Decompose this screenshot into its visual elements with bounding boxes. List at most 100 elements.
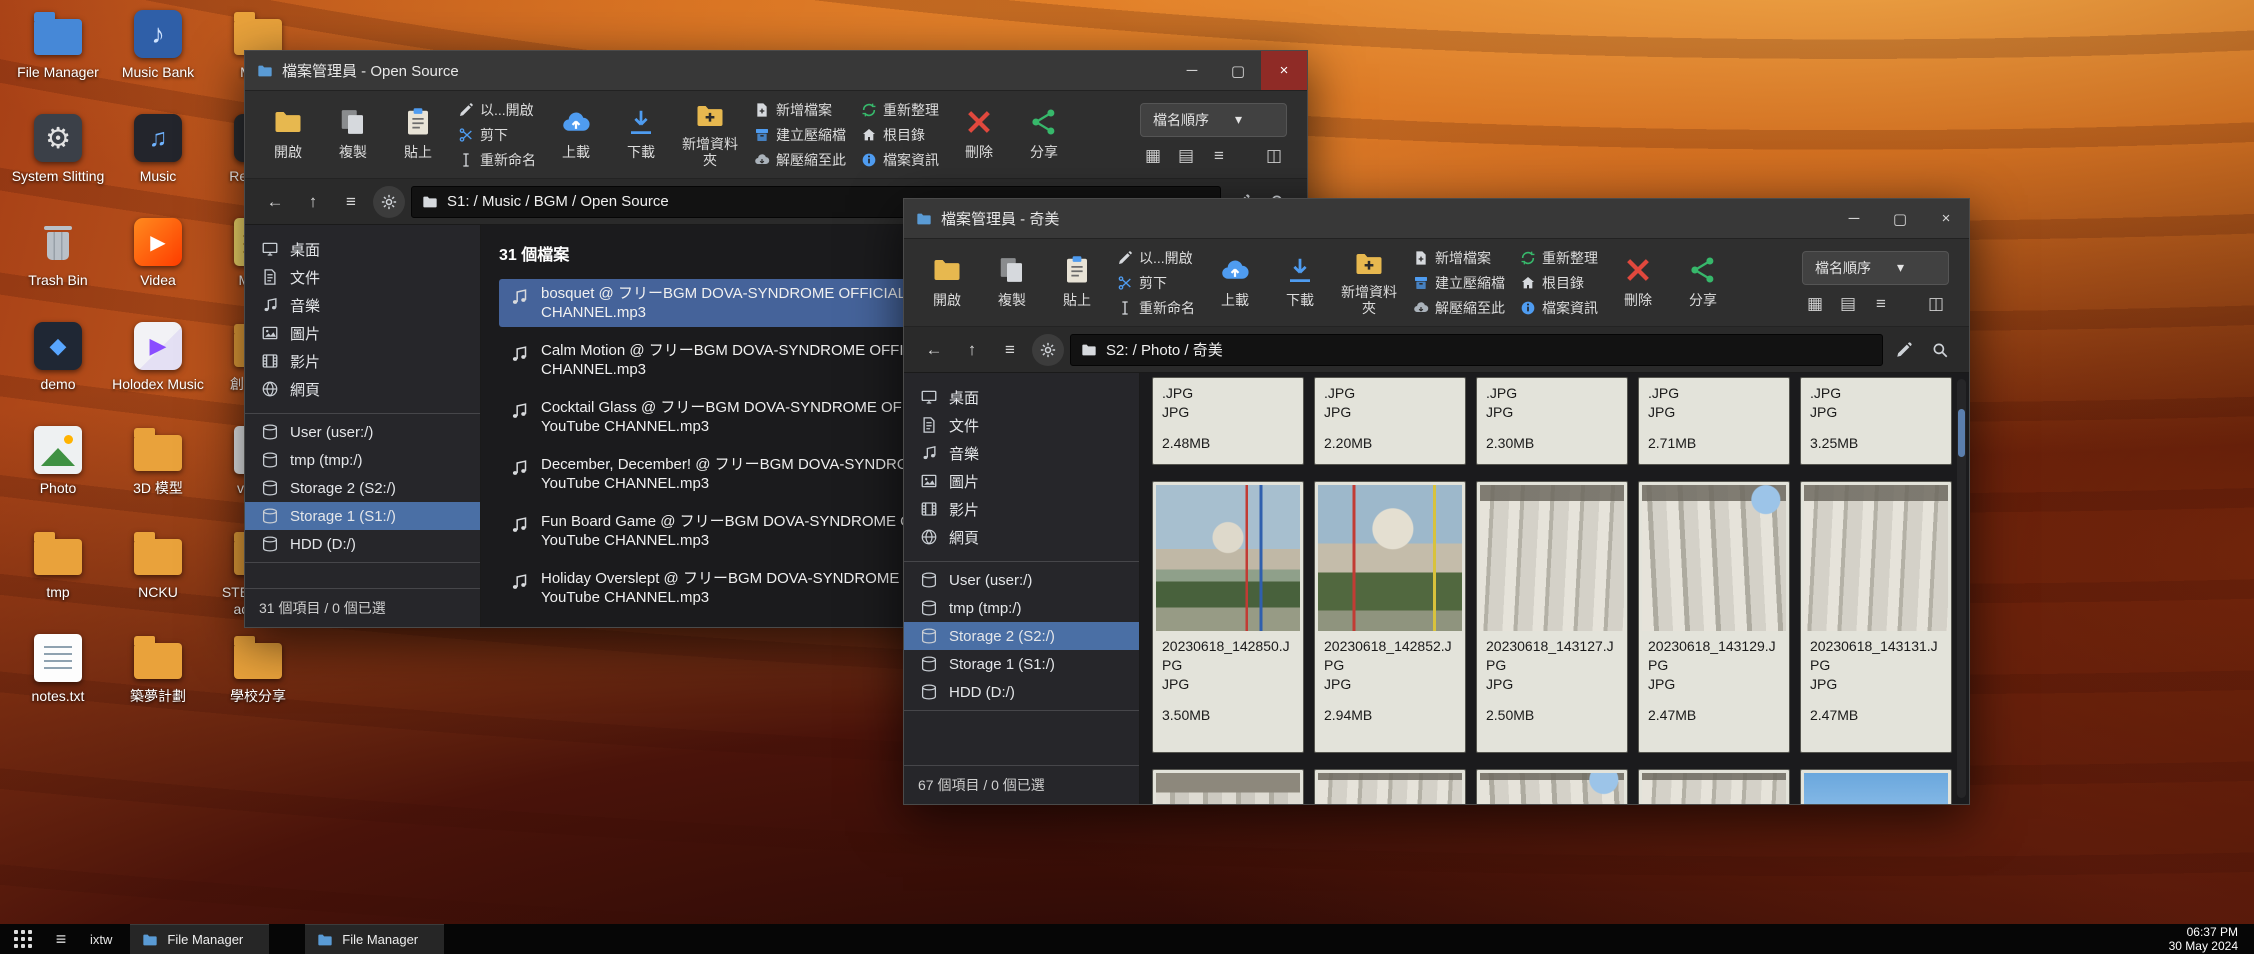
photo-cell[interactable]: 20230618_143127.JPG JPG 2.50MB <box>1476 481 1628 753</box>
delete-button[interactable]: 刪除 <box>1609 246 1667 320</box>
sort-order-dropdown[interactable]: 檔名順序▾ <box>1140 103 1287 137</box>
desktop-icon[interactable]: 築夢計劃 <box>109 634 207 738</box>
extract-here-button[interactable]: 解壓縮至此 <box>750 149 850 171</box>
view-list-button[interactable]: ▤ <box>1173 145 1199 167</box>
desktop-icon[interactable]: Music <box>109 114 207 218</box>
photo-cell-clipped[interactable] <box>1638 769 1790 804</box>
cut-button[interactable]: 剪下 <box>1113 272 1199 294</box>
open-with-button[interactable]: 以...開啟 <box>1113 247 1199 269</box>
open-button[interactable]: 開啟 <box>918 246 976 320</box>
desktop-icon[interactable]: Videa <box>109 218 207 322</box>
app-launcher-button[interactable] <box>6 924 40 954</box>
download-button[interactable]: 下載 <box>612 98 670 172</box>
desktop-icon[interactable]: Holodex Music <box>109 322 207 426</box>
maximize-button[interactable]: ▢ <box>1877 199 1923 238</box>
upload-button[interactable]: 上載 <box>547 98 605 172</box>
taskbar-clock[interactable]: 06:37 PM 30 May 2024 <box>2169 925 2248 953</box>
sidebar-place-item[interactable]: 音樂 <box>245 291 480 319</box>
up-button[interactable]: ↑ <box>297 186 329 218</box>
settings-gear-button[interactable] <box>373 186 405 218</box>
minimize-button[interactable]: ─ <box>1169 51 1215 90</box>
upload-button[interactable]: 上載 <box>1206 246 1264 320</box>
photo-cell-partial[interactable]: .JPG JPG 3.25MB <box>1800 377 1952 465</box>
up-button[interactable]: ↑ <box>956 334 988 366</box>
create-archive-button[interactable]: 建立壓縮檔 <box>750 124 850 146</box>
copy-button[interactable]: 複製 <box>983 246 1041 320</box>
scrollbar-track[interactable] <box>1957 379 1966 798</box>
desktop-icon[interactable]: tmp <box>9 530 107 634</box>
desktop-icon[interactable]: System Slitting <box>9 114 107 218</box>
new-folder-button[interactable]: 新增資料夾 <box>1336 246 1402 320</box>
titlebar[interactable]: 檔案管理員 - Open Source ─ ▢ × <box>245 51 1307 91</box>
sidebar-drive-item[interactable]: Storage 1 (S1:/) <box>904 650 1139 678</box>
close-button[interactable]: × <box>1261 51 1307 90</box>
taskbar-app-button[interactable]: File Manager <box>305 924 444 954</box>
sidebar-drive-item[interactable]: Storage 1 (S1:/) <box>245 502 480 530</box>
search-button[interactable] <box>1925 335 1955 365</box>
sidebar-place-item[interactable]: 文件 <box>245 263 480 291</box>
new-file-button[interactable]: 新增檔案 <box>1409 247 1509 269</box>
create-archive-button[interactable]: 建立壓縮檔 <box>1409 272 1509 294</box>
paste-button[interactable]: 貼上 <box>389 98 447 172</box>
close-button[interactable]: × <box>1923 199 1969 238</box>
sidebar-place-item[interactable]: 音樂 <box>904 439 1139 467</box>
photo-cell-partial[interactable]: .JPG JPG 2.71MB <box>1638 377 1790 465</box>
path-bar[interactable]: S2: / Photo / 奇美 <box>1070 334 1883 366</box>
sidebar-drive-item[interactable]: HDD (D:/) <box>245 530 480 558</box>
menu-button[interactable]: ≡ <box>994 334 1026 366</box>
desktop-icon[interactable]: Music Bank <box>109 10 207 114</box>
photo-cell-clipped[interactable] <box>1476 769 1628 804</box>
photo-cell[interactable]: 20230618_142852.JPG JPG 2.94MB <box>1314 481 1466 753</box>
file-info-button[interactable]: 檔案資訊 <box>1516 297 1602 319</box>
sidebar-place-item[interactable]: 影片 <box>245 347 480 375</box>
titlebar[interactable]: 檔案管理員 - 奇美 ─ ▢ × <box>904 199 1969 239</box>
back-button[interactable]: ← <box>259 186 291 218</box>
photo-cell-partial[interactable]: .JPG JPG 2.48MB <box>1152 377 1304 465</box>
settings-gear-button[interactable] <box>1032 334 1064 366</box>
photo-cell-partial[interactable]: .JPG JPG 2.30MB <box>1476 377 1628 465</box>
desktop-icon[interactable]: 學校分享 <box>209 634 307 738</box>
root-button[interactable]: 根目錄 <box>1516 272 1602 294</box>
photo-cell-partial[interactable]: .JPG JPG 2.20MB <box>1314 377 1466 465</box>
desktop-icon[interactable]: notes.txt <box>9 634 107 738</box>
desktop-icon[interactable]: Trash Bin <box>9 218 107 322</box>
view-columns-button[interactable]: ◫ <box>1261 145 1287 167</box>
photo-cell[interactable]: 20230618_143129.JPG JPG 2.47MB <box>1638 481 1790 753</box>
view-grid-button[interactable]: ▦ <box>1802 293 1828 315</box>
photo-cell-clipped[interactable] <box>1152 769 1304 804</box>
sidebar-place-item[interactable]: 圖片 <box>904 467 1139 495</box>
sidebar-drive-item[interactable]: tmp (tmp:/) <box>904 594 1139 622</box>
maximize-button[interactable]: ▢ <box>1215 51 1261 90</box>
share-button[interactable]: 分享 <box>1674 246 1732 320</box>
extract-here-button[interactable]: 解壓縮至此 <box>1409 297 1509 319</box>
minimize-button[interactable]: ─ <box>1831 199 1877 238</box>
desktop-icon[interactable]: Photo <box>9 426 107 530</box>
download-button[interactable]: 下載 <box>1271 246 1329 320</box>
photo-cell-clipped[interactable] <box>1800 769 1952 804</box>
photo-cell[interactable]: 20230618_143131.JPG JPG 2.47MB <box>1800 481 1952 753</box>
refresh-button[interactable]: 重新整理 <box>857 99 943 121</box>
view-compact-button[interactable]: ≡ <box>1868 293 1894 315</box>
share-button[interactable]: 分享 <box>1015 98 1073 172</box>
cut-button[interactable]: 剪下 <box>454 124 540 146</box>
view-list-button[interactable]: ▤ <box>1835 293 1861 315</box>
view-compact-button[interactable]: ≡ <box>1206 145 1232 167</box>
new-folder-button[interactable]: 新增資料夾 <box>677 98 743 172</box>
rename-button[interactable]: 重新命名 <box>1113 297 1199 319</box>
sidebar-place-item[interactable]: 網頁 <box>245 375 480 403</box>
desktop-icon[interactable]: 3D 模型 <box>109 426 207 530</box>
copy-button[interactable]: 複製 <box>324 98 382 172</box>
photo-cell[interactable]: 20230618_142850.JPG JPG 3.50MB <box>1152 481 1304 753</box>
desktop-icon[interactable]: File Manager <box>9 10 107 114</box>
sidebar-place-item[interactable]: 圖片 <box>245 319 480 347</box>
task-menu-button[interactable]: ≡ <box>44 924 78 954</box>
menu-button[interactable]: ≡ <box>335 186 367 218</box>
file-info-button[interactable]: 檔案資訊 <box>857 149 943 171</box>
sidebar-place-item[interactable]: 桌面 <box>245 235 480 263</box>
delete-button[interactable]: 刪除 <box>950 98 1008 172</box>
photo-cell-clipped[interactable] <box>1314 769 1466 804</box>
sidebar-drive-item[interactable]: Storage 2 (S2:/) <box>245 474 480 502</box>
desktop-icon[interactable]: NCKU <box>109 530 207 634</box>
sidebar-drive-item[interactable]: User (user:/) <box>904 566 1139 594</box>
new-file-button[interactable]: 新增檔案 <box>750 99 850 121</box>
